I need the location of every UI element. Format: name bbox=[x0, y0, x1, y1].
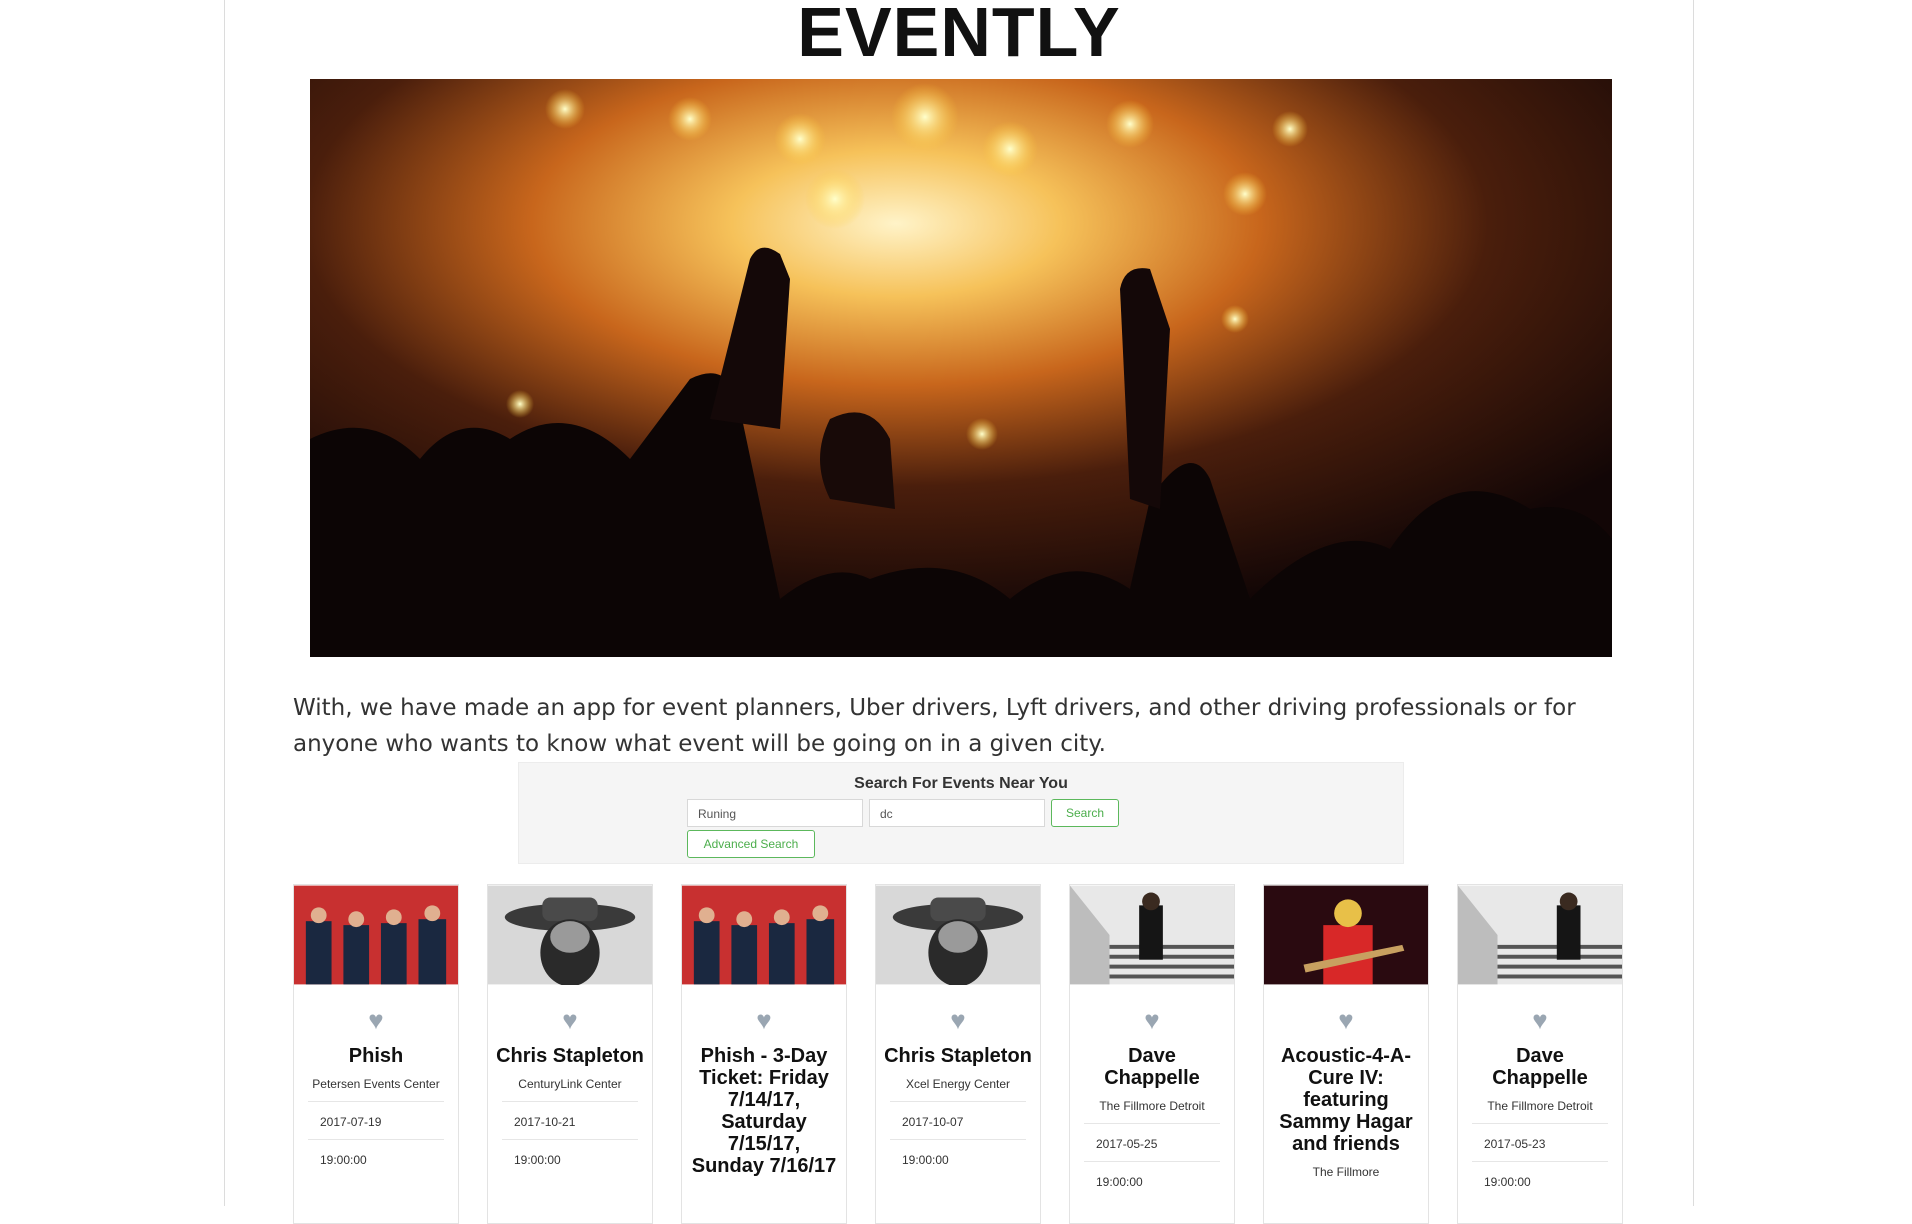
event-venue: The Fillmore Detroit bbox=[1099, 1099, 1205, 1113]
heart-icon[interactable]: ♥ bbox=[1458, 1007, 1622, 1033]
event-card[interactable]: ♥ Acoustic-4-A-Cure IV: featuring Sammy … bbox=[1263, 884, 1429, 1224]
location-input[interactable]: dc bbox=[869, 799, 1045, 827]
heart-icon[interactable]: ♥ bbox=[294, 1007, 458, 1033]
heart-icon[interactable]: ♥ bbox=[876, 1007, 1040, 1033]
search-panel: Search For Events Near You Runing dc Sea… bbox=[518, 762, 1404, 864]
event-title[interactable]: Chris Stapleton bbox=[884, 1045, 1032, 1067]
stairs-photo bbox=[1070, 885, 1234, 985]
band-photo bbox=[294, 885, 458, 985]
event-time: 19:00:00 bbox=[890, 1139, 1026, 1167]
event-time: 19:00:00 bbox=[1084, 1161, 1220, 1189]
guitarist-photo bbox=[1264, 885, 1428, 985]
heart-icon[interactable]: ♥ bbox=[488, 1007, 652, 1033]
event-card[interactable]: ♥ Phish Petersen Events Center 2017-07-1… bbox=[293, 884, 459, 1224]
band-photo bbox=[682, 885, 846, 985]
event-time: 19:00:00 bbox=[502, 1139, 638, 1167]
event-title[interactable]: Phish bbox=[302, 1045, 450, 1067]
event-title[interactable]: Acoustic-4-A-Cure IV: featuring Sammy Ha… bbox=[1272, 1045, 1420, 1155]
event-time: 19:00:00 bbox=[1472, 1161, 1608, 1189]
event-date: 2017-07-19 bbox=[308, 1101, 444, 1129]
advanced-search-button[interactable]: Advanced Search bbox=[687, 830, 815, 858]
heart-icon[interactable]: ♥ bbox=[682, 1007, 846, 1033]
event-title[interactable]: Dave Chappelle bbox=[1078, 1045, 1226, 1089]
event-title[interactable]: Dave Chappelle bbox=[1466, 1045, 1614, 1089]
hero-image bbox=[310, 79, 1612, 657]
portrait-photo bbox=[488, 885, 652, 985]
event-venue: The Fillmore bbox=[1312, 1165, 1380, 1179]
event-title[interactable]: Chris Stapleton bbox=[496, 1045, 644, 1067]
event-venue: Xcel Energy Center bbox=[905, 1077, 1011, 1091]
event-card[interactable]: ♥ Phish - 3-Day Ticket: Friday 7/14/17, … bbox=[681, 884, 847, 1224]
heart-icon[interactable]: ♥ bbox=[1070, 1007, 1234, 1033]
stairs-photo bbox=[1458, 885, 1622, 985]
event-venue: The Fillmore Detroit bbox=[1487, 1099, 1593, 1113]
search-button[interactable]: Search bbox=[1051, 799, 1119, 827]
event-date: 2017-10-21 bbox=[502, 1101, 638, 1129]
portrait-photo bbox=[876, 885, 1040, 985]
event-venue: Petersen Events Center bbox=[312, 1077, 440, 1091]
event-date: 2017-05-23 bbox=[1472, 1123, 1608, 1151]
event-time: 19:00:00 bbox=[308, 1139, 444, 1167]
event-title[interactable]: Phish - 3-Day Ticket: Friday 7/14/17, Sa… bbox=[690, 1045, 838, 1177]
event-venue: CenturyLink Center bbox=[518, 1077, 622, 1091]
heart-icon[interactable]: ♥ bbox=[1264, 1007, 1428, 1033]
search-title: Search For Events Near You bbox=[854, 775, 1068, 792]
event-date: 2017-05-25 bbox=[1084, 1123, 1220, 1151]
keyword-input[interactable]: Runing bbox=[687, 799, 863, 827]
event-card[interactable]: ♥ Dave Chappelle The Fillmore Detroit 20… bbox=[1457, 884, 1623, 1224]
event-card[interactable]: ♥ Dave Chappelle The Fillmore Detroit 20… bbox=[1069, 884, 1235, 1224]
event-date: 2017-10-07 bbox=[890, 1101, 1026, 1129]
event-card[interactable]: ♥ Chris Stapleton Xcel Energy Center 201… bbox=[875, 884, 1041, 1224]
event-card[interactable]: ♥ Chris Stapleton CenturyLink Center 201… bbox=[487, 884, 653, 1224]
app-logo: EVENTLY bbox=[797, 0, 1121, 71]
intro-text: With, we have made an app for event plan… bbox=[293, 695, 1576, 757]
